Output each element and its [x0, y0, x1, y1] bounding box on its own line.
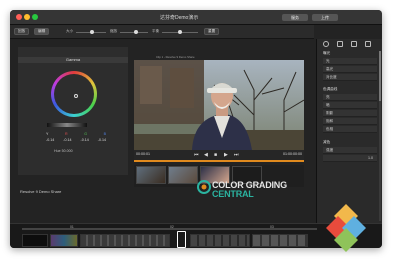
- balance-slider-knob[interactable]: [178, 30, 182, 34]
- timeline-clip[interactable]: [50, 234, 78, 247]
- exposure-row[interactable]: 光: [323, 58, 377, 65]
- size-slider-knob[interactable]: [90, 30, 94, 34]
- section-reduce-label: 减色: [323, 140, 331, 144]
- wheel-center-handle[interactable]: [74, 94, 78, 98]
- tab-playback[interactable]: 回放: [14, 28, 30, 35]
- timeline-clip[interactable]: [80, 234, 170, 247]
- curve-saturation-row[interactable]: 饱和: [323, 118, 377, 125]
- rewind-icon[interactable]: ◀: [204, 152, 208, 158]
- timeline-label: 02: [170, 225, 174, 229]
- clip-thumbnail[interactable]: [136, 166, 166, 184]
- zoom-slider-knob[interactable]: [134, 30, 138, 34]
- value-b[interactable]: -0.14: [98, 138, 106, 142]
- close-window-button[interactable]: [16, 14, 22, 20]
- settings-panel: 曝光 光 高光 对比度 色调曲线 亮 暗 阴影 饱和 色相 减色 强度 1.0: [316, 39, 382, 223]
- master-wheel-strip[interactable]: [47, 123, 87, 127]
- grid-icon[interactable]: [351, 41, 357, 47]
- crop-icon[interactable]: [365, 41, 371, 47]
- section-curves-label: 色调曲线: [323, 87, 338, 91]
- zoom-label: 缩放: [110, 29, 118, 33]
- curve-bright-row[interactable]: 亮: [323, 94, 377, 101]
- hue-readout: Hue 50.000: [54, 149, 73, 153]
- play-icon[interactable]: ▶: [224, 152, 228, 158]
- corner-logo-badge: [326, 204, 366, 252]
- skip-back-icon[interactable]: ⏮: [194, 152, 199, 158]
- watermark-line-2: CENTRAL: [212, 189, 254, 199]
- value-y[interactable]: -0.14: [46, 138, 54, 142]
- panel-scrollbar-thumb[interactable]: [379, 51, 381, 101]
- link-icon[interactable]: [323, 41, 329, 47]
- top-toolbar: 回放 编辑 大小 缩放 平衡 重置: [10, 25, 314, 39]
- highlight-row[interactable]: 高光: [323, 66, 377, 73]
- scrub-bar[interactable]: [134, 160, 304, 162]
- timeline-clip[interactable]: [22, 234, 48, 247]
- minimize-window-button[interactable]: [24, 14, 30, 20]
- curve-hue-row[interactable]: 色相: [323, 126, 377, 133]
- section-exposure-label: 曝光: [323, 51, 331, 55]
- color-grading-logo-icon: [197, 180, 211, 194]
- channel-labels: Y R G B: [46, 132, 106, 136]
- window-title: 达芬奇Demo演示: [160, 15, 199, 21]
- video-viewer[interactable]: [134, 60, 304, 150]
- channel-values: -0.14 -0.14 -0.14 -0.14: [46, 138, 106, 142]
- panel-icon-bar: [317, 39, 382, 49]
- timeline-label: 01: [70, 225, 74, 229]
- transport-bar: 00:00:01 ⏮ ◀ ■ ▶ ⏭ 01:00:00:00: [134, 150, 304, 160]
- contrast-row[interactable]: 对比度: [323, 74, 377, 81]
- skip-forward-icon[interactable]: ⏭: [234, 152, 239, 158]
- clip-name: Resolve 9 Demo Share: [20, 189, 62, 194]
- channel-r-label: R: [65, 132, 68, 136]
- timeline-clip[interactable]: [190, 234, 250, 247]
- balance-label: 平衡: [152, 29, 160, 33]
- channel-y-label: Y: [46, 132, 49, 136]
- intensity-row[interactable]: 强度: [323, 147, 377, 154]
- stop-icon[interactable]: ■: [214, 152, 217, 158]
- upload-button[interactable]: 上传: [312, 14, 338, 21]
- gamma-color-wheel[interactable]: [51, 71, 97, 117]
- zoom-window-button[interactable]: [32, 14, 38, 20]
- value-r[interactable]: -0.14: [63, 138, 71, 142]
- service-button[interactable]: 服务: [282, 14, 308, 21]
- channel-b-label: B: [103, 132, 106, 136]
- tab-edit[interactable]: 编辑: [34, 28, 50, 35]
- panel-scrollbar[interactable]: [379, 51, 381, 221]
- timeline-label: 03: [270, 225, 274, 229]
- video-frame: [134, 60, 304, 150]
- value-g[interactable]: -0.14: [81, 138, 89, 142]
- color-wheel-panel: Gamma Y R G B -0.14 -0.14 -0.14 -0.14 Hu…: [18, 47, 128, 175]
- layers-icon[interactable]: [337, 41, 343, 47]
- clip-thumbnail[interactable]: [168, 166, 198, 184]
- size-label: 大小: [66, 29, 74, 33]
- title-bar: 达芬奇Demo演示 服务 上传: [10, 10, 382, 25]
- timeline-playhead[interactable]: [177, 231, 186, 248]
- channel-g-label: G: [84, 132, 87, 136]
- intensity-value[interactable]: 1.0: [323, 155, 377, 162]
- reset-button[interactable]: 重置: [204, 28, 220, 35]
- timecode-right: 01:00:00:00: [283, 152, 302, 156]
- timeline-clip[interactable]: [252, 234, 308, 247]
- panel-title: Gamma: [18, 57, 128, 63]
- viewer-title: Clip 1 - Resolve 9 Demo Share: [156, 55, 195, 59]
- timecode-left: 00:00:01: [136, 152, 150, 156]
- curve-dark-row[interactable]: 暗: [323, 102, 377, 109]
- curve-shadow-row[interactable]: 阴影: [323, 110, 377, 117]
